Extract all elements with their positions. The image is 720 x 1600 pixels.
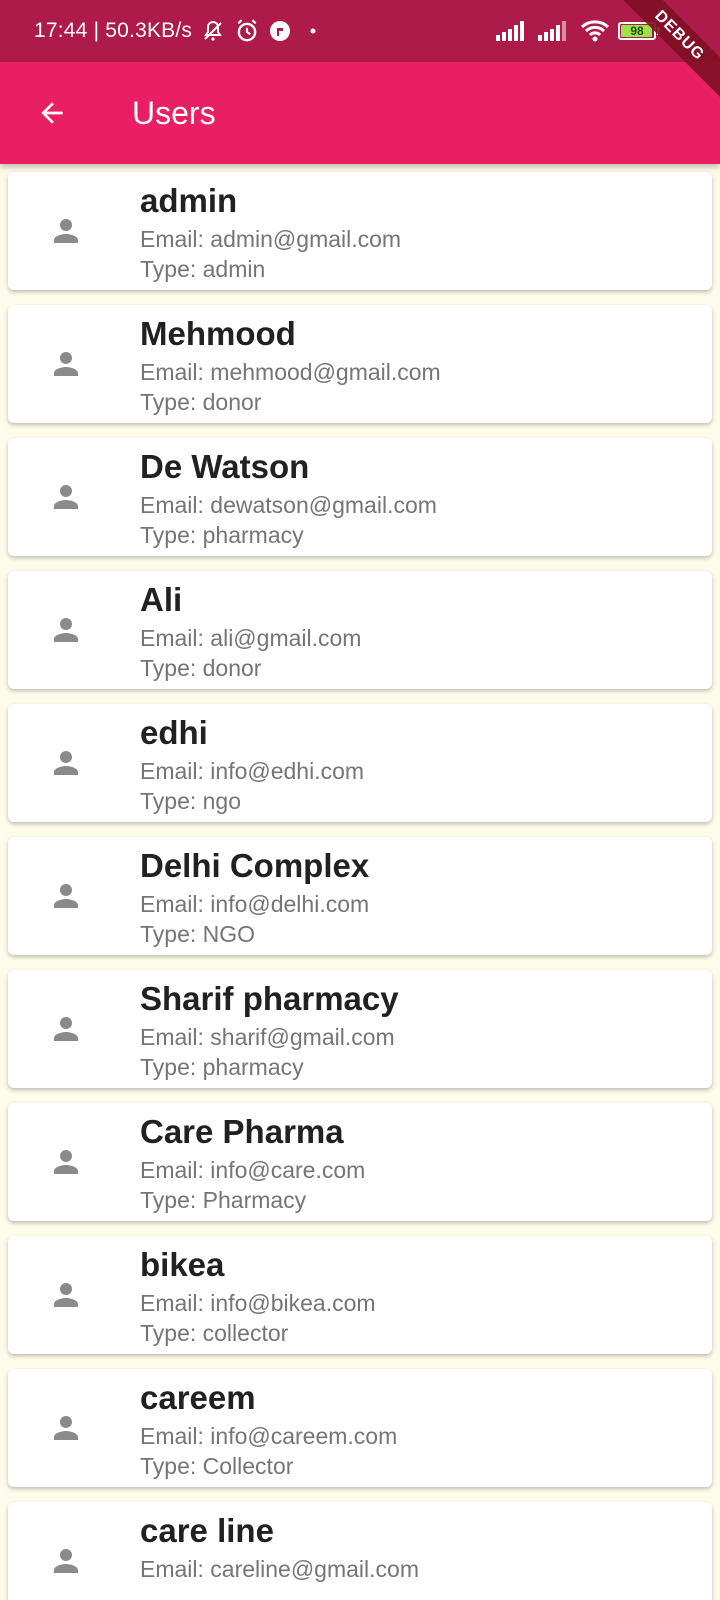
user-type: Type: donor [140,655,262,681]
user-email: Email: info@edhi.com [140,758,365,784]
user-card[interactable]: bikea Email: info@bikea.com Type: collecto… [8,1236,712,1354]
person-icon [54,1017,78,1041]
person-icon [54,219,78,243]
user-type: Type: NGO [140,921,256,947]
user-name: De Watson [140,448,310,485]
user-email: Email: info@delhi.com [140,891,370,917]
signal-icon [538,21,566,41]
user-email: Email: dewatson@gmail.com [140,492,437,518]
user-type: Type: ngo [140,788,242,814]
user-card[interactable]: Care Pharma Email: info@care.com Type: Pha… [8,1103,712,1221]
user-name: bikea [140,1246,225,1283]
person-icon [54,751,78,775]
person-icon [54,884,78,908]
battery-level: 98 [630,24,644,38]
mute-icon [204,20,222,41]
user-type: Type: admin [140,256,266,282]
person-icon [54,618,78,642]
status-icons-left [200,18,328,44]
user-card[interactable]: careem Email: info@careem.com Type: Collec… [8,1369,712,1487]
user-name: admin [140,182,238,219]
app-icon [270,21,291,41]
app-bar: Users [0,62,720,164]
person-icon [54,485,78,509]
arrow-back-icon [41,102,63,124]
user-card[interactable]: Sharif pharmacy Email: sharif@gmail.com Ty… [8,970,712,1088]
user-name: edhi [140,714,208,751]
status-time: 17:44 [34,19,88,42]
status-network-speed: 50.3KB/s [105,19,193,42]
user-email: Email: info@bikea.com [140,1290,376,1316]
user-email: Email: info@careem.com [140,1423,398,1449]
user-email: Email: info@care.com [140,1157,366,1183]
user-card[interactable]: Ali Email: ali@gmail.com Type: donor [8,571,712,689]
user-name: Ali [140,581,183,618]
user-name: careem [140,1379,256,1416]
person-icon [54,1549,78,1573]
dot-icon [310,28,316,34]
status-icons-right: 98 [488,0,660,62]
battery-icon: 98 [618,22,656,40]
user-email: Email: ali@gmail.com [140,625,362,651]
back-button[interactable] [22,83,82,143]
user-card[interactable]: edhi Email: info@edhi.com Type: ngo [8,704,712,822]
user-name: Delhi Complex [140,847,370,884]
person-icon [54,1150,78,1174]
user-email: Email: mehmood@gmail.com [140,359,441,385]
user-card[interactable]: De Watson Email: dewatson@gmail.com Type: … [8,438,712,556]
user-card[interactable]: admin Email: admin@gmail.com Type: admin [8,172,712,290]
user-email: Email: admin@gmail.com [140,226,402,252]
status-bar: 17:44 | 50.3KB/s 98 [0,0,720,62]
user-type: Type: pharmacy [140,1054,304,1080]
user-card[interactable]: Mehmood Email: mehmood@gmail.com Type: don… [8,305,712,423]
user-type: Type: pharmacy [140,522,304,548]
page-title: Users [132,94,216,131]
user-type: Type: collector [140,1320,289,1346]
user-card[interactable]: care line Email: careline@gmail.com [8,1502,712,1600]
alarm-icon [237,19,257,42]
user-email: Email: sharif@gmail.com [140,1024,395,1050]
signal-icon [496,21,524,41]
user-name: Sharif pharmacy [140,980,399,1017]
user-type: Type: Pharmacy [140,1187,307,1213]
status-separator: | [87,19,106,42]
user-name: Care Pharma [140,1113,344,1150]
user-list[interactable]: admin Email: admin@gmail.com Type: admin Me… [0,164,720,1600]
user-type: Type: Collector [140,1453,294,1479]
user-name: Mehmood [140,315,296,352]
person-icon [54,352,78,376]
person-icon [54,1283,78,1307]
wifi-icon [580,20,610,42]
user-name: care line [140,1512,274,1549]
user-card[interactable]: Delhi Complex Email: info@delhi.com Type: … [8,837,712,955]
battery-tip [657,27,660,35]
user-type: Type: donor [140,389,262,415]
user-email: Email: careline@gmail.com [140,1556,419,1582]
person-icon [54,1416,78,1440]
